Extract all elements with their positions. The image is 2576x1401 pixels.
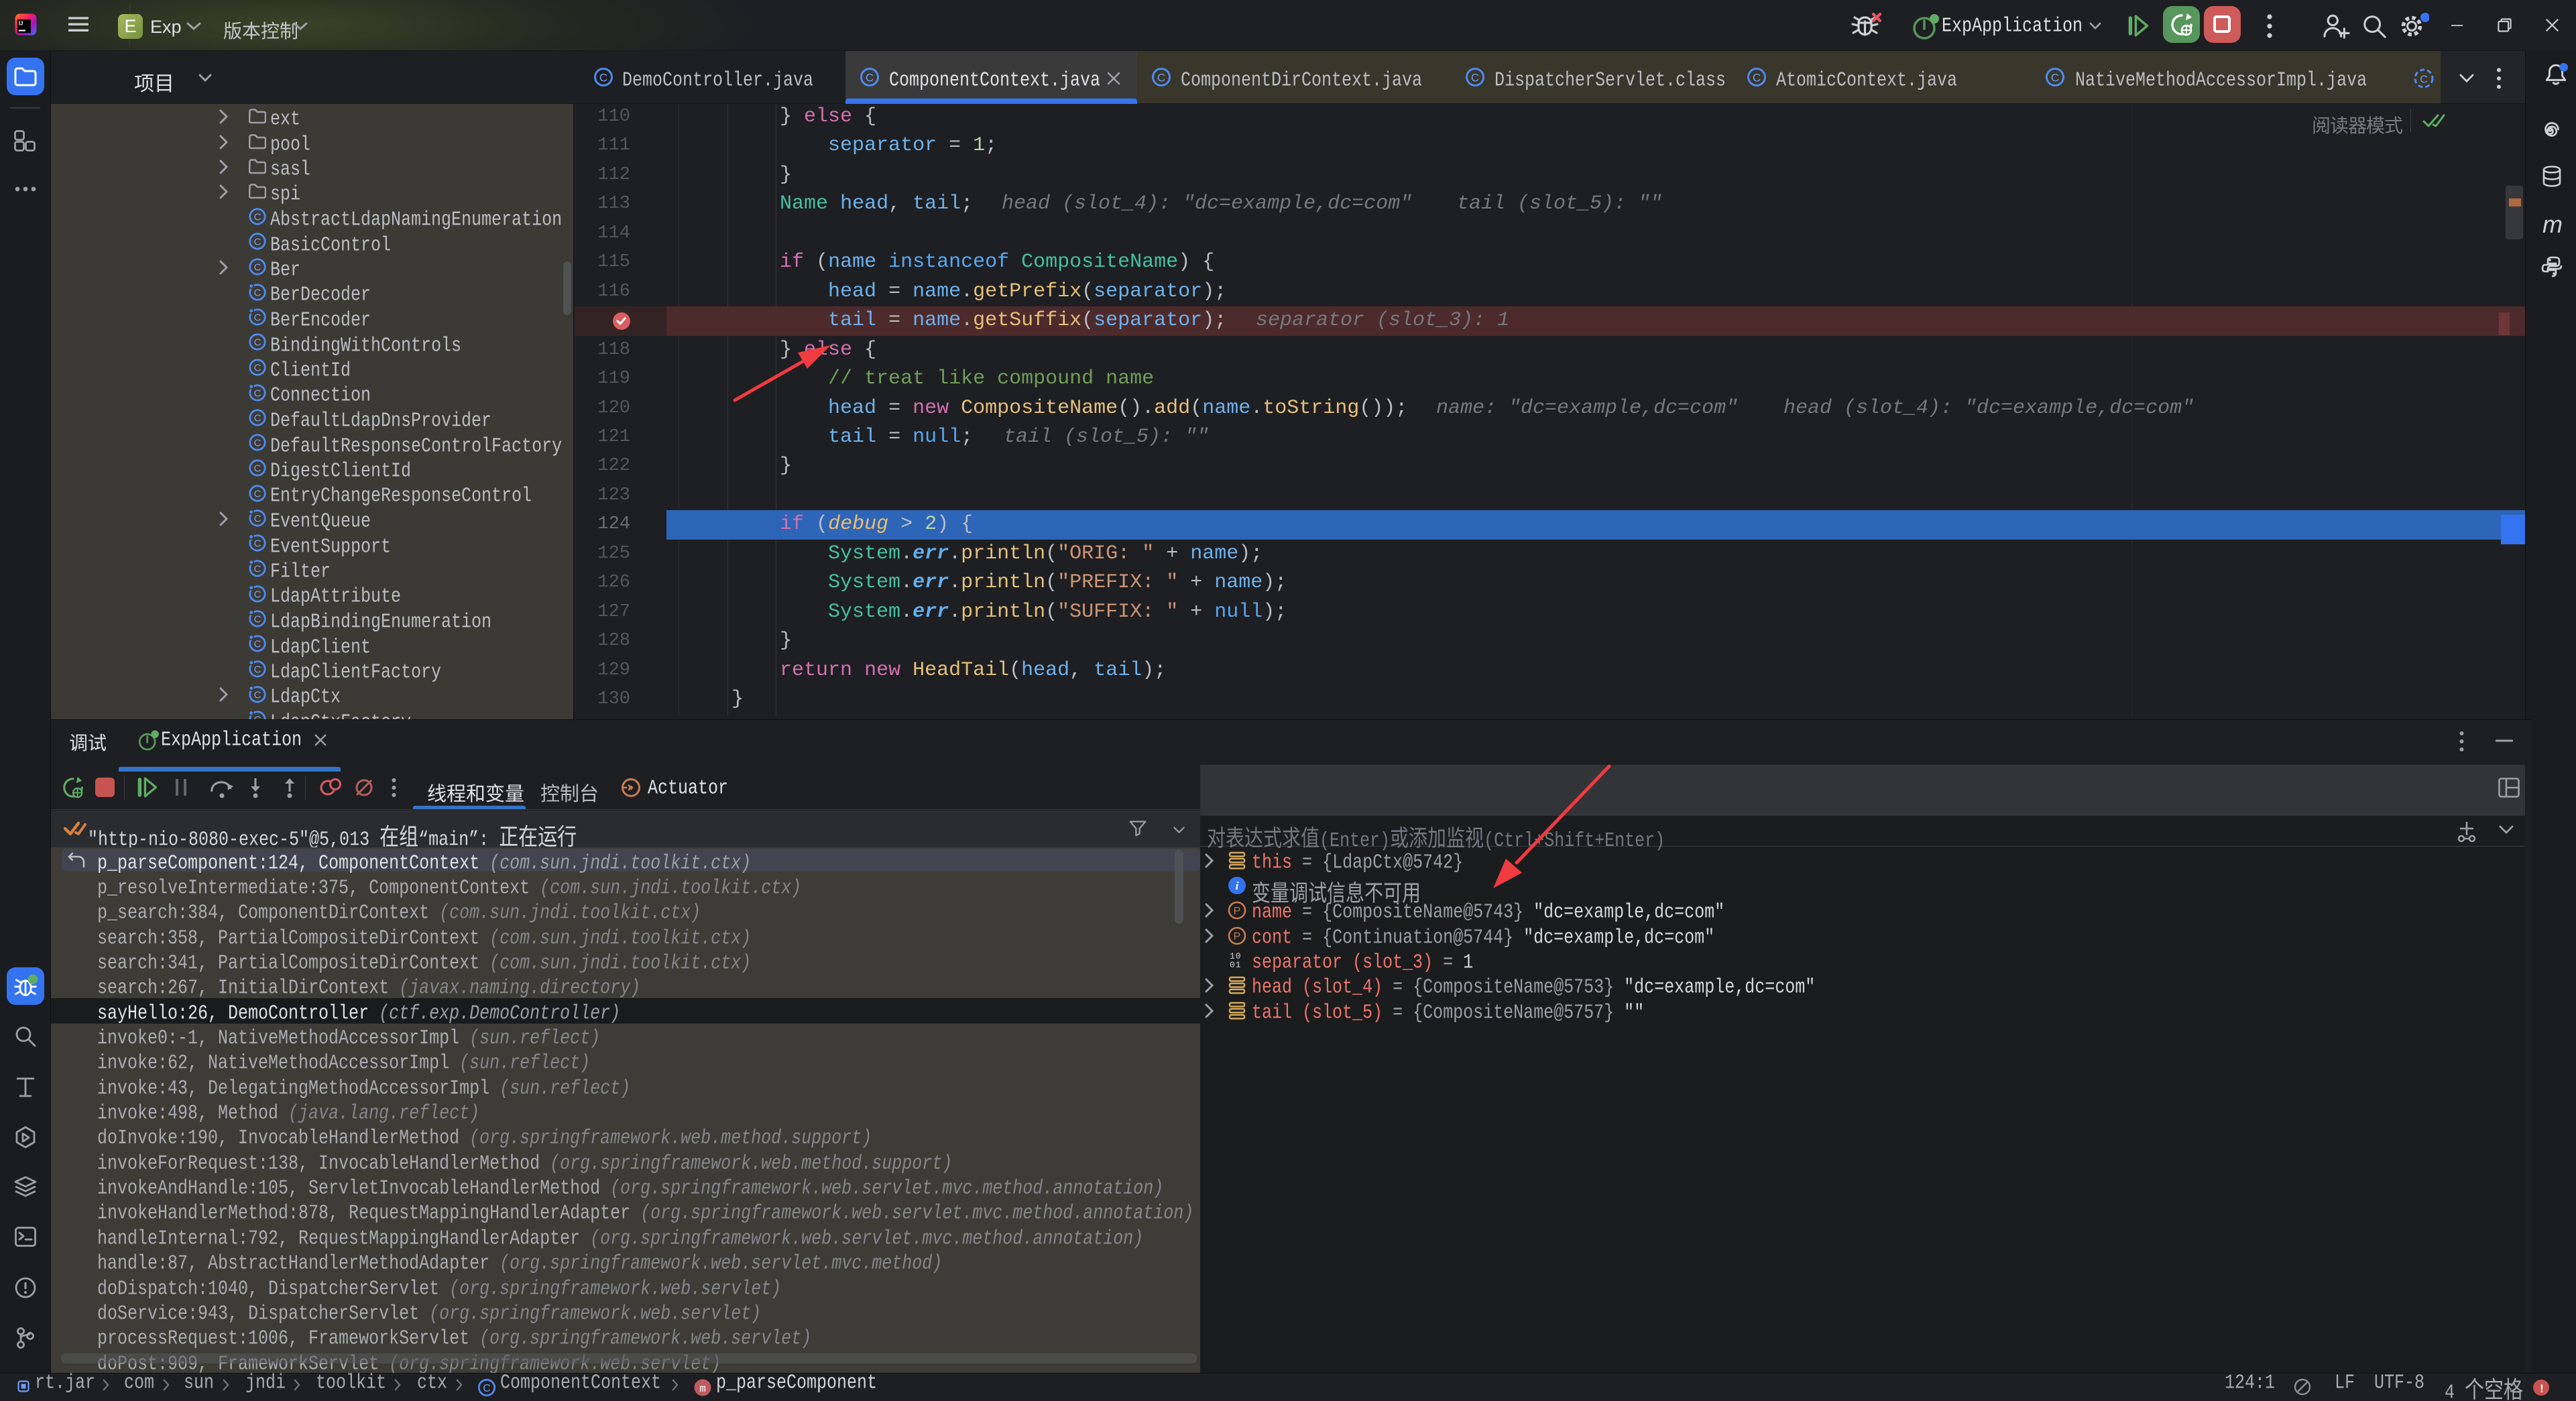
svg-text:C: C [254, 212, 261, 223]
svg-text:C: C [254, 589, 261, 601]
svg-text:C: C [254, 288, 261, 299]
svg-text:IJ: IJ [19, 21, 23, 27]
svg-text:C: C [254, 614, 261, 625]
svg-text:C: C [254, 237, 261, 248]
svg-text:C: C [254, 388, 261, 400]
svg-text:C: C [1471, 72, 1479, 84]
svg-text:C: C [254, 690, 261, 701]
svg-text:C: C [254, 538, 261, 550]
svg-text:m: m [699, 1383, 706, 1395]
svg-text:C: C [599, 72, 607, 84]
svg-text:C: C [254, 337, 261, 349]
svg-text:C: C [254, 413, 261, 424]
svg-text:C: C [1753, 72, 1761, 84]
svg-text:C: C [483, 1383, 490, 1394]
svg-text:i: i [1236, 879, 1239, 892]
svg-text:C: C [254, 312, 261, 324]
svg-text:P: P [1234, 906, 1241, 917]
svg-text:C: C [254, 262, 261, 273]
svg-text:C: C [254, 564, 261, 575]
svg-text:C: C [254, 463, 261, 475]
svg-text:C: C [254, 489, 261, 500]
svg-text:C: C [254, 363, 261, 374]
svg-text:C: C [254, 664, 261, 676]
svg-text:P: P [1234, 931, 1241, 942]
svg-text:!: ! [2540, 1382, 2544, 1395]
svg-text:C: C [866, 72, 874, 84]
svg-text:C: C [254, 438, 261, 449]
svg-text:C: C [254, 513, 261, 525]
svg-text:C: C [254, 639, 261, 650]
svg-text:C: C [2051, 72, 2059, 84]
svg-text:C: C [1157, 72, 1165, 84]
svg-text:C: C [2420, 74, 2428, 86]
